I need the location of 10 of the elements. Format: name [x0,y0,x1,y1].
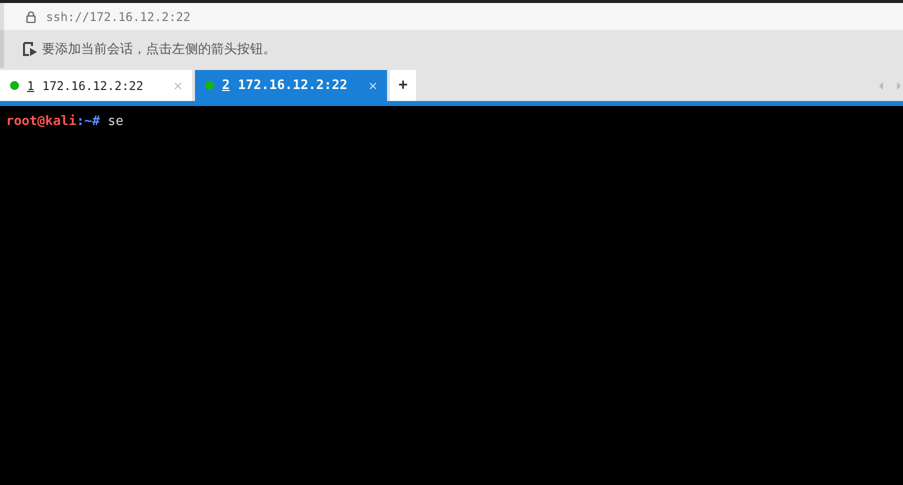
close-icon[interactable] [369,82,377,90]
close-icon[interactable] [174,82,182,90]
lock-icon [26,10,36,22]
address-field[interactable]: ssh://172.16.12.2:22 [46,8,190,26]
hint-text: 要添加当前会话，点击左侧的箭头按钮。 [42,40,276,58]
session-tab[interactable]: 1 172.16.12.2:22 [0,70,192,101]
terminal-line: root@kali:~# se [6,114,124,130]
session-tab[interactable]: 2 172.16.12.2:22 [195,70,387,101]
arrow-into-box-icon[interactable] [22,41,38,57]
new-tab-button[interactable]: + [390,70,416,101]
